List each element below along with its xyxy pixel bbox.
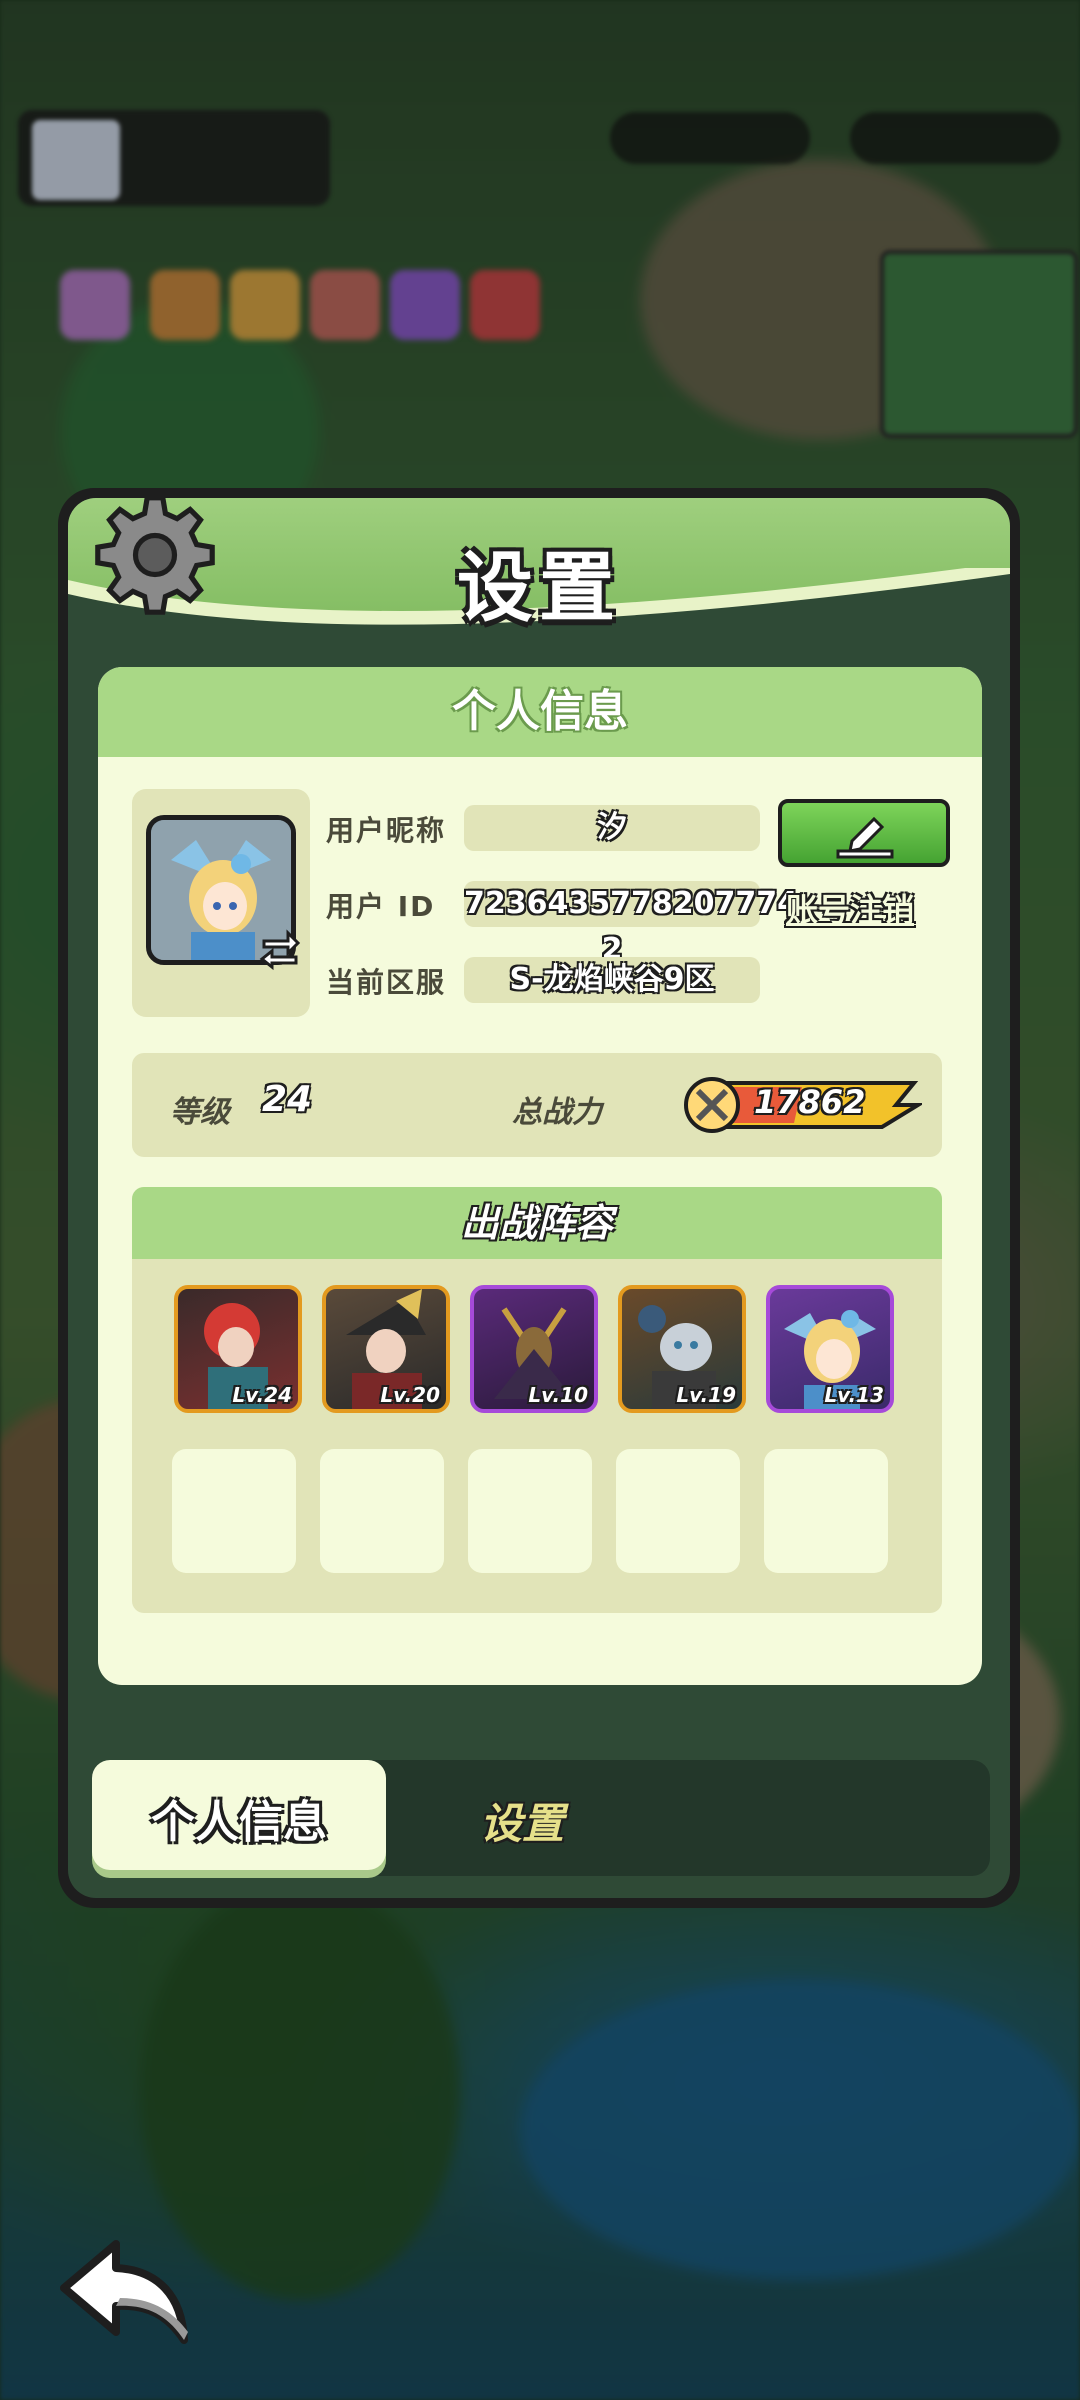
profile-section-title: 个人信息 [98, 667, 982, 757]
user-id-value: 7236435778207774​2 [464, 881, 798, 967]
empty-slot[interactable] [468, 1449, 592, 1573]
server-label: 当前区服 [326, 966, 447, 999]
gear-icon [95, 495, 215, 615]
swap-arrows-icon[interactable] [258, 927, 302, 971]
server-value: S-龙焰峡谷9区 [464, 957, 760, 1003]
hero-slot-1[interactable]: Lv.24 [174, 1285, 302, 1413]
empty-slot[interactable] [616, 1449, 740, 1573]
hero-level: Lv.13 [824, 1383, 884, 1407]
pencil-icon [836, 816, 894, 859]
hero-slot-4[interactable]: Lv.19 [618, 1285, 746, 1413]
hero-slot-5[interactable]: Lv.13 [766, 1285, 894, 1413]
lineup-section: 出战阵容 Lv.24 Lv.20 Lv.10 Lv.19 Lv.13 [132, 1187, 942, 1613]
tab-settings[interactable]: 设置 [480, 1790, 564, 1851]
hero-level: Lv.10 [528, 1383, 588, 1407]
cancel-account-link[interactable]: 账号注销 [786, 885, 914, 931]
power-label: 总战力 [512, 1095, 602, 1130]
back-arrow-icon[interactable] [58, 2236, 198, 2346]
nickname-label: 用户昵称 [326, 814, 447, 847]
lineup-title: 出战阵容 [132, 1187, 942, 1259]
hero-level: Lv.19 [676, 1383, 736, 1407]
empty-slot[interactable] [320, 1449, 444, 1573]
tab-profile-label: 个人信息 [151, 1797, 327, 1848]
tab-profile[interactable]: 个人信息 [92, 1760, 386, 1870]
hero-level: Lv.24 [232, 1383, 292, 1407]
hero-slot-3[interactable]: Lv.10 [470, 1285, 598, 1413]
hero-level: Lv.20 [380, 1383, 440, 1407]
level-label: 等级 [170, 1095, 230, 1130]
nickname-value: 汐 [464, 805, 760, 851]
hero-slot-2[interactable]: Lv.20 [322, 1285, 450, 1413]
edit-nickname-button[interactable] [778, 799, 950, 867]
level-value: 24 [262, 1079, 313, 1120]
profile-card: 个人信息 用户昵称 汐 用户 ID 72364357782 [98, 667, 982, 1685]
power-value: 17862 [754, 1083, 866, 1121]
empty-slot[interactable] [764, 1449, 888, 1573]
stats-row: 等级 24 总战力 17862 [132, 1053, 942, 1157]
user-id-label: 用户 ID [326, 890, 436, 923]
empty-slot[interactable] [172, 1449, 296, 1573]
